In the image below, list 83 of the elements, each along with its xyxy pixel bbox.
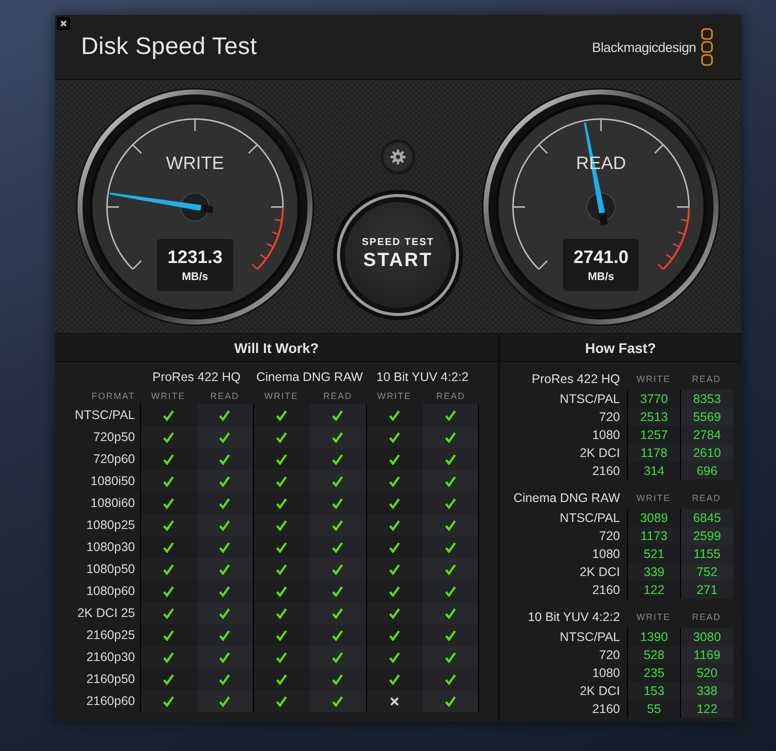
codec-header: 10 Bit YUV 4:2:2 xyxy=(376,370,469,386)
column-header: WRITE xyxy=(636,611,670,624)
settings-button[interactable] xyxy=(381,140,415,174)
panel-title: Will It Work? xyxy=(234,340,319,356)
format-label: 2160p25 xyxy=(86,627,135,644)
format-label: 1080p50 xyxy=(86,561,135,578)
format-label: NTSC/PAL xyxy=(560,510,620,527)
write-speed-cell: 1178 xyxy=(627,444,680,462)
format-label: NTSC/PAL xyxy=(560,629,620,646)
column-header: WRITE xyxy=(377,390,412,403)
close-button[interactable] xyxy=(57,17,70,30)
write-speed-cell: 1173 xyxy=(627,527,680,545)
speed-value: 2741.0 xyxy=(573,246,629,268)
column-header: READ xyxy=(692,373,721,386)
logo-wordmark: Blackmagicdesign xyxy=(592,40,696,54)
codec-header: ProRes 422 HQ xyxy=(152,370,241,386)
column-header: WRITE xyxy=(636,492,670,505)
write-speed-cell: 528 xyxy=(627,646,680,664)
read-speed-cell: 2610 xyxy=(680,444,733,462)
format-label: 2160 xyxy=(592,582,620,599)
read-speed-cell: 1155 xyxy=(680,545,733,563)
format-label: 1080p25 xyxy=(86,517,135,534)
format-label: 2160 xyxy=(592,463,620,480)
column-header: READ xyxy=(692,492,721,505)
column-header: WRITE xyxy=(264,390,298,403)
format-label: 2160p60 xyxy=(86,693,135,710)
format-label: 720 xyxy=(599,528,620,545)
read-speed-cell: 2784 xyxy=(680,426,733,444)
format-label: 2K DCI xyxy=(580,445,620,462)
column-header: READ xyxy=(692,611,721,624)
format-label: 720p60 xyxy=(93,451,135,468)
read-speed-cell: 2599 xyxy=(680,527,733,545)
format-label: NTSC/PAL xyxy=(560,391,620,408)
codec-header: Cinema DNG RAW xyxy=(514,490,620,507)
speed-value: 1231.3 xyxy=(167,246,223,268)
format-label: 1080i60 xyxy=(90,495,135,512)
format-label: 2160p50 xyxy=(86,671,135,688)
read-speed-cell: 6845 xyxy=(680,509,733,527)
column-header: READ xyxy=(436,390,466,403)
codec-header: Cinema DNG RAW xyxy=(256,370,363,386)
format-label: 2K DCI xyxy=(580,564,620,581)
format-label: 2160p30 xyxy=(86,649,135,666)
codec-header: ProRes 422 HQ xyxy=(532,371,620,388)
column-header: WRITE xyxy=(636,373,670,386)
read-speed-cell: 1169 xyxy=(680,646,733,664)
close-icon xyxy=(60,20,67,27)
speed-unit: MB/s xyxy=(182,270,208,282)
window-title: Disk Speed Test xyxy=(81,33,257,61)
format-label: 2K DCI 25 xyxy=(77,605,135,622)
format-label: 1080 xyxy=(592,427,620,444)
format-label: 1080p60 xyxy=(86,583,135,600)
read-speed-cell: 3080 xyxy=(680,628,733,646)
read-speed-cell: 520 xyxy=(680,664,733,682)
codec-header: 10 Bit YUV 4:2:2 xyxy=(528,609,620,626)
write-speed-cell: 153 xyxy=(627,682,680,700)
settings-icon xyxy=(390,148,406,164)
read-speed-cell: 122 xyxy=(680,700,733,718)
format-label: 720 xyxy=(599,409,620,426)
format-label: NTSC/PAL xyxy=(74,407,135,424)
write-speed-cell: 2513 xyxy=(627,408,680,426)
panel-title: How Fast? xyxy=(585,340,656,356)
read-speed-cell: 5569 xyxy=(680,408,733,426)
read-speed-cell: 338 xyxy=(680,682,733,700)
format-label: 720p50 xyxy=(93,429,135,446)
column-header: READ xyxy=(323,390,352,403)
read-speed-cell: 696 xyxy=(680,462,733,480)
column-header: FORMAT xyxy=(92,390,135,403)
speed-unit: MB/s xyxy=(588,270,614,282)
format-label: 2160 xyxy=(592,701,620,718)
column-header: WRITE xyxy=(151,390,186,403)
format-label: 1080 xyxy=(592,546,620,563)
logo-squares-icon xyxy=(701,28,713,66)
column-header: READ xyxy=(210,390,240,403)
read-speed-cell: 8353 xyxy=(680,390,733,408)
write-speed-cell: 339 xyxy=(627,563,680,581)
format-label: 1080i50 xyxy=(90,473,135,490)
gauge-label: WRITE xyxy=(165,152,225,174)
format-label: 720 xyxy=(599,647,620,664)
format-label: 2K DCI xyxy=(580,683,620,700)
read-speed-cell: 271 xyxy=(680,581,733,599)
format-label: 1080 xyxy=(592,665,620,682)
format-label: 1080p30 xyxy=(86,539,135,556)
read-speed-cell: 752 xyxy=(680,563,733,581)
